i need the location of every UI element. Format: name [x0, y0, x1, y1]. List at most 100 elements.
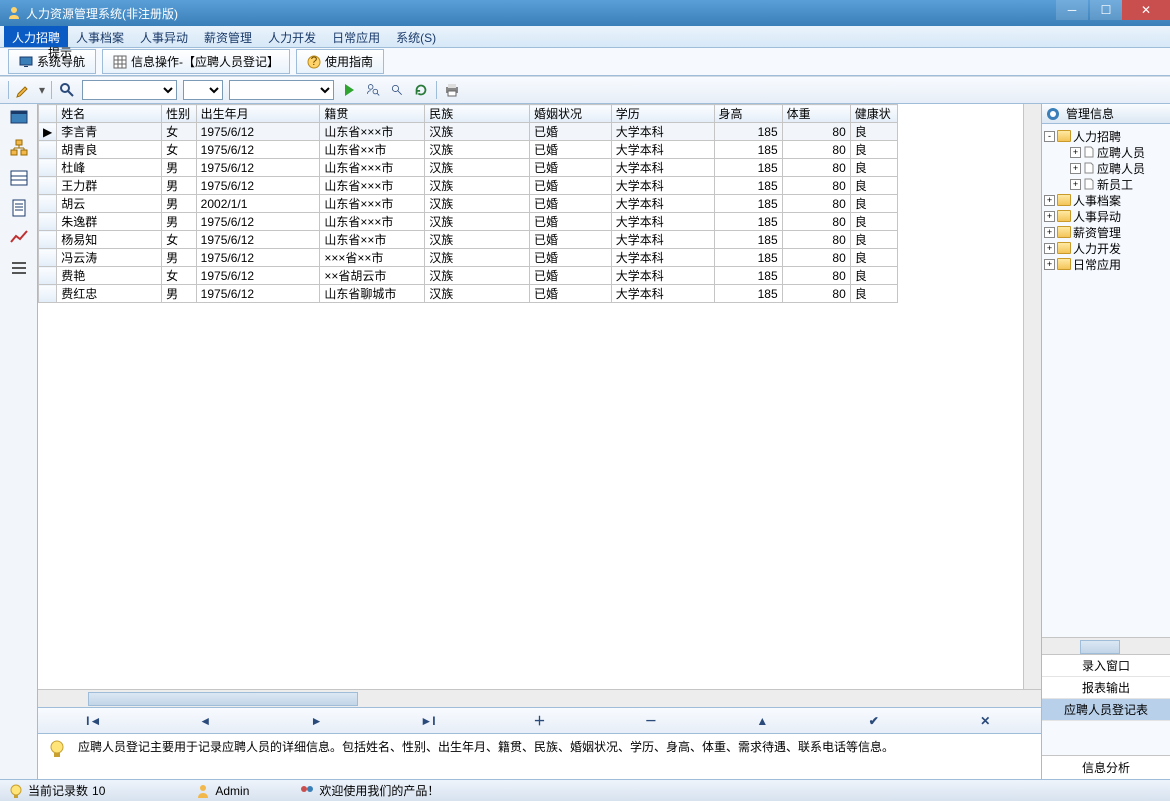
menu-bar: 人力招聘 人事档案 人事异动 薪资管理 人力开发 日常应用 系统(S): [0, 26, 1170, 48]
nav-first-button[interactable]: I◄: [82, 711, 106, 731]
column-header[interactable]: 出生年月: [196, 105, 320, 123]
column-header[interactable]: 姓名: [57, 105, 162, 123]
tree-h-scrollbar[interactable]: [1042, 637, 1170, 655]
column-header[interactable]: 学历: [611, 105, 714, 123]
folder-icon: [1057, 258, 1071, 270]
table-row[interactable]: 王力群男1975/6/12山东省×××市汉族已婚大学本科18580良: [39, 177, 898, 195]
window-controls: ─ ☐ ✕: [1054, 0, 1170, 20]
tree-toggle[interactable]: +: [1070, 147, 1081, 158]
filter-field-combo[interactable]: [82, 80, 177, 100]
refresh-icon[interactable]: [412, 81, 430, 99]
nav-delete-button[interactable]: －: [639, 711, 663, 731]
tree-toggle[interactable]: +: [1044, 227, 1055, 238]
maximize-button[interactable]: ☐: [1090, 0, 1122, 20]
nav-last-button[interactable]: ►I: [416, 711, 440, 731]
tree-node-label[interactable]: 人力开发: [1073, 240, 1121, 256]
menu-personnel-file[interactable]: 人事档案: [68, 26, 132, 47]
tab-guide-label: 使用指南: [325, 53, 373, 70]
table-row[interactable]: 冯云涛男1975/6/12×××省××市汉族已婚大学本科18580良: [39, 249, 898, 267]
right-footer[interactable]: 信息分析: [1042, 755, 1170, 779]
table-row[interactable]: 费红忠男1975/6/12山东省聊城市汉族已婚大学本科18580良: [39, 285, 898, 303]
table-row[interactable]: 胡青良女1975/6/12山东省××市汉族已婚大学本科18580良: [39, 141, 898, 159]
menu-system[interactable]: 系统(S): [388, 26, 444, 47]
tree-node-label[interactable]: 薪资管理: [1073, 224, 1121, 240]
table-row[interactable]: 胡云男2002/1/1山东省×××市汉族已婚大学本科18580良: [39, 195, 898, 213]
list-icon[interactable]: [9, 258, 29, 278]
right-panel: 管理信息 -人力招聘+应聘人员+应聘人员+新员工+人事档案+人事异动+薪资管理+…: [1042, 104, 1170, 779]
main-area: 姓名性别出生年月籍贯民族婚姻状况学历身高体重健康状 ▶ 李言青女1975/6/1…: [38, 104, 1042, 779]
file-icon: [1083, 178, 1095, 190]
info-icon: [1046, 107, 1060, 121]
column-header[interactable]: 籍贯: [320, 105, 425, 123]
toolbar: ▾: [0, 76, 1170, 104]
vertical-scrollbar[interactable]: [1023, 104, 1041, 689]
close-button[interactable]: ✕: [1122, 0, 1170, 20]
right-list-item[interactable]: 应聘人员登记表: [1042, 699, 1170, 721]
minimize-button[interactable]: ─: [1056, 0, 1088, 20]
tree-toggle[interactable]: +: [1070, 179, 1081, 190]
magnifier-icon[interactable]: [58, 81, 76, 99]
table-row[interactable]: 杨易知女1975/6/12山东省××市汉族已婚大学本科18580良: [39, 231, 898, 249]
tree-node-label[interactable]: 新员工: [1097, 176, 1133, 192]
tree-node-label[interactable]: 人事档案: [1073, 192, 1121, 208]
menu-hr-dev[interactable]: 人力开发: [260, 26, 324, 47]
chart-icon[interactable]: [9, 228, 29, 248]
table-row[interactable]: 朱逸群男1975/6/12山东省×××市汉族已婚大学本科18580良: [39, 213, 898, 231]
column-header[interactable]: 婚姻状况: [530, 105, 612, 123]
menu-personnel-change[interactable]: 人事异动: [132, 26, 196, 47]
tree-toggle[interactable]: +: [1044, 243, 1055, 254]
filter-value-combo[interactable]: [229, 80, 334, 100]
column-header[interactable]: 性别: [162, 105, 197, 123]
right-list-item[interactable]: 报表输出: [1042, 677, 1170, 699]
play-icon[interactable]: [340, 81, 358, 99]
column-header[interactable]: 身高: [714, 105, 782, 123]
printer-icon[interactable]: [443, 81, 461, 99]
zoom-icon[interactable]: [388, 81, 406, 99]
tab-guide[interactable]: ? 使用指南: [296, 49, 384, 74]
tree-toggle[interactable]: +: [1044, 195, 1055, 206]
tree-node-label[interactable]: 日常应用: [1073, 256, 1121, 272]
tree-toggle[interactable]: -: [1044, 131, 1055, 142]
right-list-item[interactable]: 录入窗口: [1042, 655, 1170, 677]
table-icon[interactable]: [9, 168, 29, 188]
right-list: 录入窗口报表输出应聘人员登记表: [1042, 655, 1170, 721]
tree-toggle[interactable]: +: [1070, 163, 1081, 174]
nav-cancel-button[interactable]: ✕: [973, 711, 997, 731]
tree-node-label[interactable]: 应聘人员: [1097, 144, 1145, 160]
tree-node-label[interactable]: 人事异动: [1073, 208, 1121, 224]
pencil-icon[interactable]: [15, 81, 33, 99]
search-person-icon[interactable]: [364, 81, 382, 99]
tab-info-op-label: 信息操作-【应聘人员登记】: [131, 53, 279, 70]
org-chart-icon[interactable]: [9, 138, 29, 158]
nav-edit-button[interactable]: ▲: [750, 711, 774, 731]
nav-tree[interactable]: - 人力招聘 + 应聘人员 + 应聘人员 + 新员工 + 人事档案 + 人事异动 + 薪资管理 + 人力开发 +…: [1042, 124, 1170, 637]
tab-bar: 系统导航 信息操作-【应聘人员登记】 ? 使用指南: [0, 48, 1170, 76]
nav-next-button[interactable]: ►: [305, 711, 329, 731]
window-icon[interactable]: [9, 108, 29, 128]
tree-toggle[interactable]: +: [1044, 259, 1055, 270]
column-header[interactable]: 体重: [782, 105, 850, 123]
filter-op-combo[interactable]: [183, 80, 223, 100]
document-icon[interactable]: [9, 198, 29, 218]
column-header[interactable]: 健康状: [850, 105, 897, 123]
data-grid[interactable]: 姓名性别出生年月籍贯民族婚姻状况学历身高体重健康状 ▶ 李言青女1975/6/1…: [38, 104, 1041, 689]
folder-icon: [1057, 226, 1071, 238]
nav-prev-button[interactable]: ◄: [193, 711, 217, 731]
separator-icon: [8, 81, 9, 99]
column-header[interactable]: 民族: [425, 105, 530, 123]
table-row[interactable]: 杜峰男1975/6/12山东省×××市汉族已婚大学本科18580良: [39, 159, 898, 177]
horizontal-scrollbar[interactable]: [38, 689, 1041, 707]
status-bar: 当前记录数 10 Admin 欢迎使用我们的产品！: [0, 779, 1170, 801]
tab-info-op[interactable]: 信息操作-【应聘人员登记】: [102, 49, 290, 74]
table-row[interactable]: ▶ 李言青女1975/6/12山东省×××市汉族已婚大学本科18580良: [39, 123, 898, 141]
tree-node-label[interactable]: 应聘人员: [1097, 160, 1145, 176]
nav-post-button[interactable]: ✔: [862, 711, 886, 731]
tree-node-label[interactable]: 人力招聘: [1073, 128, 1121, 144]
menu-salary[interactable]: 薪资管理: [196, 26, 260, 47]
tree-toggle[interactable]: +: [1044, 211, 1055, 222]
file-icon: [1083, 162, 1095, 174]
status-welcome: 欢迎使用我们的产品！: [319, 782, 439, 799]
menu-daily[interactable]: 日常应用: [324, 26, 388, 47]
table-row[interactable]: 费艳女1975/6/12××省胡云市汉族已婚大学本科18580良: [39, 267, 898, 285]
nav-add-button[interactable]: ＋: [527, 711, 551, 731]
